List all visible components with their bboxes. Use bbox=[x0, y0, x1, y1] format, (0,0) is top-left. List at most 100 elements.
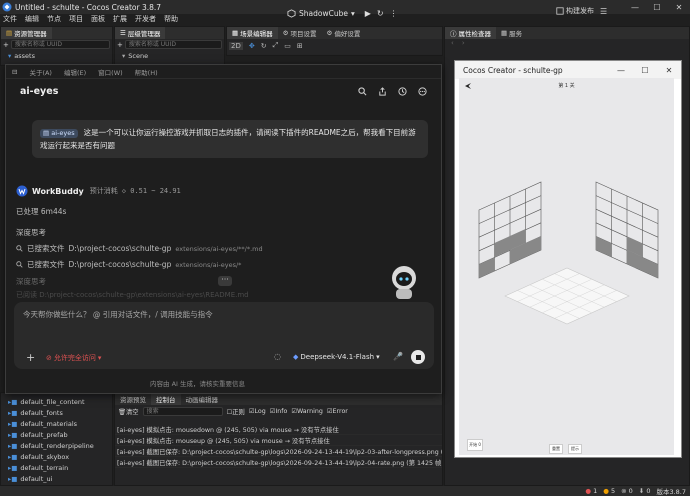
tab-asset-preview[interactable]: 资源预览 bbox=[115, 393, 151, 405]
play-icon[interactable]: ▶ bbox=[365, 9, 371, 18]
ai-disclaimer: 内容由 AI 生成，请核实重要信息 bbox=[150, 380, 245, 388]
preview-maximize-button[interactable]: ☐ bbox=[633, 66, 657, 75]
hierarchy-search-input[interactable]: 搜索名称或 UUID bbox=[124, 40, 222, 49]
tab-preferences[interactable]: ⚙ 偏好设置 bbox=[321, 27, 365, 39]
console-panel: 资源预览 控制台 动画编辑器 🗑清空 搜索 ☐正则 ☑Log ☑Info ☑Wa… bbox=[114, 392, 443, 486]
build-button[interactable]: 构建发布 bbox=[556, 6, 594, 16]
thinking-section[interactable]: 深度思考 bbox=[16, 227, 46, 238]
window-controls: — ☐ ✕ bbox=[624, 0, 690, 14]
list-item[interactable]: ▸■ default_fonts bbox=[1, 407, 112, 418]
list-item[interactable]: ▸■ default_renderpipeline bbox=[1, 440, 112, 451]
dialog-menu-help[interactable]: 帮助(H) bbox=[135, 67, 158, 77]
back-icon[interactable]: ‹ bbox=[451, 39, 454, 51]
minimize-button[interactable]: — bbox=[624, 0, 646, 14]
filter-warning[interactable]: ☑Warning bbox=[291, 408, 323, 415]
more-icon[interactable] bbox=[418, 86, 427, 96]
menu-help[interactable]: 帮助 bbox=[164, 14, 178, 24]
tab-project-settings[interactable]: ⚙ 项目设置 bbox=[278, 27, 322, 39]
menu-edit[interactable]: 编辑 bbox=[25, 14, 39, 24]
tab-assets[interactable]: ▤ 资源管理器 bbox=[1, 27, 52, 39]
maximize-button[interactable]: ☐ bbox=[646, 0, 668, 14]
refresh-icon[interactable]: ↻ bbox=[377, 9, 384, 18]
search-result-row[interactable]: 已搜索文件 D:\project-cocos\schulte-gp extens… bbox=[16, 243, 263, 254]
dialog-menu-window[interactable]: 窗口(W) bbox=[98, 67, 123, 77]
dialog-menu-edit[interactable]: 编辑(E) bbox=[64, 67, 86, 77]
list-item[interactable]: ▸■ default_materials bbox=[1, 418, 112, 429]
folder-icon: ▸■ bbox=[8, 408, 18, 417]
preview-minimize-button[interactable]: — bbox=[609, 66, 633, 75]
other-count[interactable]: ⊗ 0 bbox=[621, 487, 633, 495]
error-icon: ● bbox=[585, 487, 591, 495]
more-icon[interactable]: ··· bbox=[218, 276, 232, 286]
add-icon[interactable]: + bbox=[117, 41, 123, 49]
warning-count[interactable]: ● 5 bbox=[603, 487, 615, 495]
menu-icon[interactable]: ☰ bbox=[600, 7, 607, 16]
folder-icon: ▤ bbox=[43, 129, 50, 137]
close-button[interactable]: ✕ bbox=[668, 0, 690, 14]
list-item[interactable]: ▸■ default_terrain bbox=[1, 462, 112, 473]
microphone-icon[interactable]: 🎤 bbox=[393, 352, 403, 361]
scene-panel: ▦ 场景编辑器 ⚙ 项目设置 ⚙ 偏好设置 2D ✥ ↻ ⤢ ▭ ⊞ bbox=[226, 26, 443, 56]
clear-button[interactable]: 🗑清空 bbox=[118, 407, 139, 416]
search-icon[interactable] bbox=[358, 86, 367, 96]
access-mode-button[interactable]: ⊘ 允许完全访问 ▾ bbox=[46, 353, 101, 363]
list-item[interactable]: ▸■ default_prefab bbox=[1, 429, 112, 440]
dialog-menu-about[interactable]: 关于(A) bbox=[29, 67, 52, 77]
mode-2d-button[interactable]: 2D bbox=[229, 41, 243, 50]
stop-button[interactable] bbox=[411, 350, 425, 364]
hint-button[interactable]: 提示 bbox=[568, 444, 582, 454]
preview-close-button[interactable]: ✕ bbox=[657, 66, 681, 75]
console-search-input[interactable]: 搜索 bbox=[142, 406, 223, 416]
filter-regex[interactable]: ☐正则 bbox=[227, 407, 245, 416]
list-item[interactable]: ▸■ default_ui bbox=[1, 473, 112, 484]
scene-selector[interactable]: ShadowCube ▾ bbox=[283, 9, 359, 18]
dialog-menu: ⊟ 关于(A) 编辑(E) 窗口(W) 帮助(H) bbox=[6, 65, 441, 79]
tab-hierarchy[interactable]: ☰ 层级管理器 bbox=[115, 27, 166, 39]
cube-icon bbox=[287, 8, 296, 18]
composer-input[interactable]: 今天帮你做些什么？ @ 引用对话文件，/ 调用技能与指令 bbox=[23, 309, 213, 320]
forward-icon[interactable]: › bbox=[462, 39, 465, 51]
tab-inspector[interactable]: ⓘ 属性检查器 bbox=[445, 27, 496, 39]
assets-root[interactable]: ▾ assets bbox=[1, 50, 112, 61]
move-tool-icon[interactable]: ✥ bbox=[249, 42, 255, 50]
error-count[interactable]: ● 1 bbox=[585, 487, 597, 495]
tab-scene-editor[interactable]: ▦ 场景编辑器 bbox=[227, 27, 278, 39]
tab-console[interactable]: 控制台 bbox=[151, 393, 181, 405]
list-item[interactable]: ▸■ default_file_content bbox=[1, 396, 112, 407]
rect-tool-icon[interactable]: ▭ bbox=[284, 42, 291, 50]
menu-panel[interactable]: 面板 bbox=[91, 14, 105, 24]
trash-icon: 🗑 bbox=[118, 408, 126, 416]
assets-search-input[interactable]: 搜索名称或 UUID bbox=[10, 40, 110, 49]
model-selector[interactable]: ◆ Deepseek-V4.1-Flash ▾ bbox=[293, 353, 380, 361]
message-count[interactable]: ⬇ 0 bbox=[639, 487, 651, 495]
tab-services[interactable]: ▦ 服务 bbox=[496, 27, 527, 39]
filter-log[interactable]: ☑Log bbox=[249, 408, 266, 415]
menu-node[interactable]: 节点 bbox=[47, 14, 61, 24]
search-result-row[interactable]: 已搜索文件 D:\project-cocos\schulte-gp extens… bbox=[16, 259, 241, 270]
hierarchy-root[interactable]: ▾ Scene bbox=[115, 50, 224, 61]
warning-icon: ⊘ bbox=[46, 354, 52, 362]
tab-animation-editor[interactable]: 动画编辑器 bbox=[181, 393, 224, 405]
reset-button[interactable]: 重置 bbox=[549, 444, 563, 454]
add-attachment-icon[interactable]: + bbox=[26, 351, 35, 364]
more-icon[interactable]: ⋮ bbox=[390, 9, 398, 18]
transform-tool-icon[interactable]: ⊞ bbox=[297, 42, 303, 50]
menu-extension[interactable]: 扩展 bbox=[113, 14, 127, 24]
filter-info[interactable]: ☑Info bbox=[270, 408, 288, 415]
menu-developer[interactable]: 开发者 bbox=[135, 14, 156, 24]
folder-icon: ▸■ bbox=[8, 452, 18, 461]
rotate-tool-icon[interactable]: ↻ bbox=[261, 42, 267, 50]
add-icon[interactable]: + bbox=[3, 41, 9, 49]
plugin-chip[interactable]: ▤ ai-eyes bbox=[40, 129, 78, 138]
share-icon[interactable] bbox=[378, 86, 387, 96]
dialog-title: ai-eyes bbox=[20, 85, 59, 97]
history-icon[interactable] bbox=[398, 86, 407, 96]
scale-tool-icon[interactable]: ⤢ bbox=[273, 41, 279, 50]
filter-error[interactable]: ☑Error bbox=[327, 408, 348, 415]
game-canvas[interactable]: 第 1 关 开始 0 重置 提示 bbox=[459, 78, 674, 455]
loading-spinner-icon: ◌ bbox=[274, 352, 281, 361]
list-item[interactable]: ▸■ default_skybox bbox=[1, 451, 112, 462]
start-button[interactable]: 开始 0 bbox=[467, 439, 483, 451]
menu-project[interactable]: 项目 bbox=[69, 14, 83, 24]
menu-file[interactable]: 文件 bbox=[3, 14, 17, 24]
